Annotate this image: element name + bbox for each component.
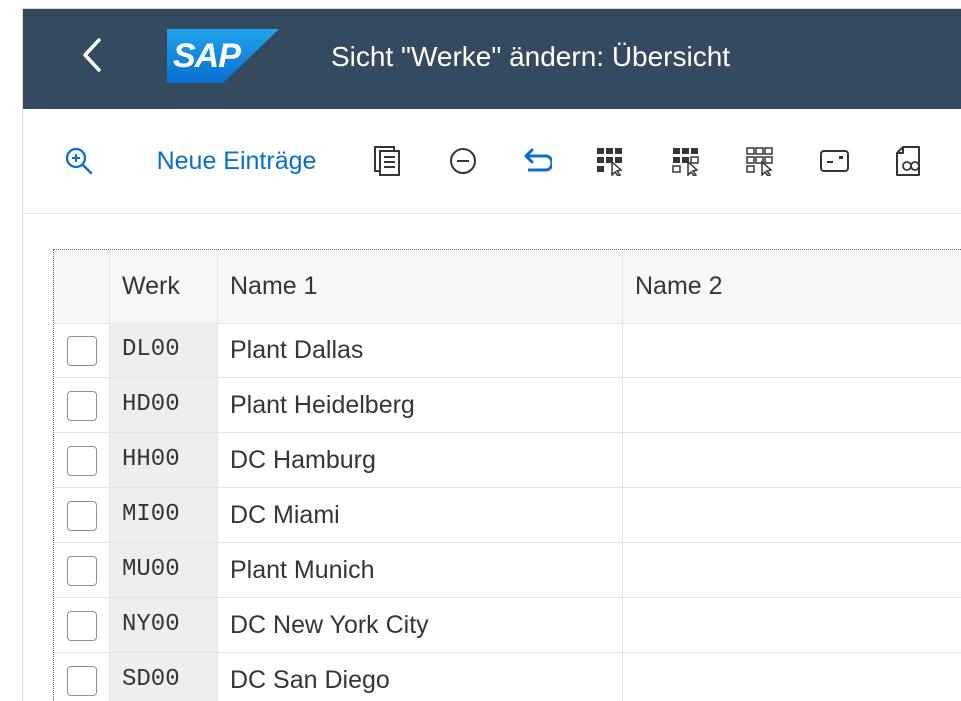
deselect-all-button[interactable] — [741, 141, 781, 181]
sap-logo-text: SAP — [173, 37, 241, 75]
table-row[interactable]: MU00 Plant Munich — [54, 543, 961, 598]
werk-cell[interactable]: MI00 — [109, 488, 217, 542]
werk-cell[interactable]: NY00 — [109, 598, 217, 652]
table-header: Werk Name 1 Name 2 — [54, 250, 961, 324]
page-title: Sicht "Werke" ändern: Übersicht — [331, 41, 731, 72]
display-document-icon — [896, 146, 920, 176]
table-row[interactable]: SD00 DC San Diego — [54, 653, 961, 701]
new-entries-label: Neue Einträge — [156, 146, 317, 175]
display-document-button[interactable] — [889, 141, 929, 181]
row-checkbox[interactable] — [66, 445, 97, 476]
table-row[interactable]: NY00 DC New York City — [54, 598, 961, 653]
werk-cell[interactable]: MU00 — [109, 543, 217, 597]
name1-cell[interactable]: DC Miami — [217, 488, 622, 542]
toolbar: Neue Einträge — [23, 109, 961, 214]
shell-header: SAP Sicht "Werke" ändern: Übersicht — [23, 9, 961, 109]
name1-cell[interactable]: Plant Dallas — [217, 323, 622, 377]
new-entries-button[interactable]: Neue Einträge — [139, 141, 334, 181]
delete-button[interactable] — [443, 141, 483, 181]
select-all-button[interactable] — [591, 141, 631, 181]
select-column-header — [54, 250, 109, 323]
table-row[interactable]: HH00 DC Hamburg — [54, 433, 961, 488]
print-preview-button[interactable] — [815, 141, 855, 181]
column-header-werk[interactable]: Werk — [109, 250, 217, 323]
name1-cell[interactable]: Plant Heidelberg — [217, 378, 622, 432]
table-row[interactable]: DL00 Plant Dallas — [54, 323, 961, 378]
row-select-cell — [54, 378, 109, 433]
undo-button[interactable] — [517, 141, 557, 181]
column-header-name2[interactable]: Name 2 — [622, 250, 961, 323]
name1-cell[interactable]: DC San Diego — [217, 653, 622, 701]
select-block-icon — [672, 148, 699, 176]
werk-cell[interactable]: HD00 — [109, 378, 217, 432]
column-header-name1[interactable]: Name 1 — [217, 250, 622, 323]
row-select-cell — [54, 433, 109, 488]
delete-icon — [450, 148, 476, 174]
find-button[interactable] — [59, 141, 99, 181]
select-all-icon — [597, 148, 623, 176]
row-checkbox[interactable] — [66, 500, 97, 531]
table-row[interactable]: MI00 DC Miami — [54, 488, 961, 543]
sap-logo: SAP — [167, 29, 279, 83]
name2-cell[interactable] — [622, 488, 961, 542]
row-select-cell — [54, 653, 109, 701]
row-checkbox[interactable] — [66, 610, 97, 641]
row-checkbox[interactable] — [66, 390, 97, 421]
select-block-button[interactable] — [667, 141, 707, 181]
copy-as-button[interactable] — [367, 141, 407, 181]
deselect-all-icon — [746, 147, 773, 176]
plants-table: Werk Name 1 Name 2 DL00 Plant Dallas HD0… — [53, 249, 961, 701]
row-select-cell — [54, 323, 109, 378]
name2-cell[interactable] — [622, 598, 961, 652]
werk-cell[interactable]: DL00 — [109, 323, 217, 377]
search-zoom-icon — [65, 147, 93, 175]
name2-cell[interactable] — [622, 543, 961, 597]
table-row[interactable]: HD00 Plant Heidelberg — [54, 378, 961, 433]
app-window: SAP Sicht "Werke" ändern: Übersicht Neue… — [22, 8, 961, 701]
name2-cell[interactable] — [622, 653, 961, 701]
werk-cell[interactable]: SD00 — [109, 653, 217, 701]
name1-cell[interactable]: DC Hamburg — [217, 433, 622, 487]
name1-cell[interactable]: DC New York City — [217, 598, 622, 652]
copy-as-icon — [374, 146, 400, 176]
row-checkbox[interactable] — [66, 665, 97, 696]
row-checkbox[interactable] — [66, 555, 97, 586]
undo-icon — [524, 148, 552, 172]
chevron-left-icon — [83, 38, 101, 72]
name1-cell[interactable]: Plant Munich — [217, 543, 622, 597]
name2-cell[interactable] — [622, 378, 961, 432]
print-preview-icon — [820, 150, 849, 172]
row-select-cell — [54, 598, 109, 653]
row-select-cell — [54, 488, 109, 543]
name2-cell[interactable] — [622, 323, 961, 377]
row-select-cell — [54, 543, 109, 598]
back-button[interactable] — [77, 33, 107, 77]
werk-cell[interactable]: HH00 — [109, 433, 217, 487]
name2-cell[interactable] — [622, 433, 961, 487]
row-checkbox[interactable] — [66, 335, 97, 366]
